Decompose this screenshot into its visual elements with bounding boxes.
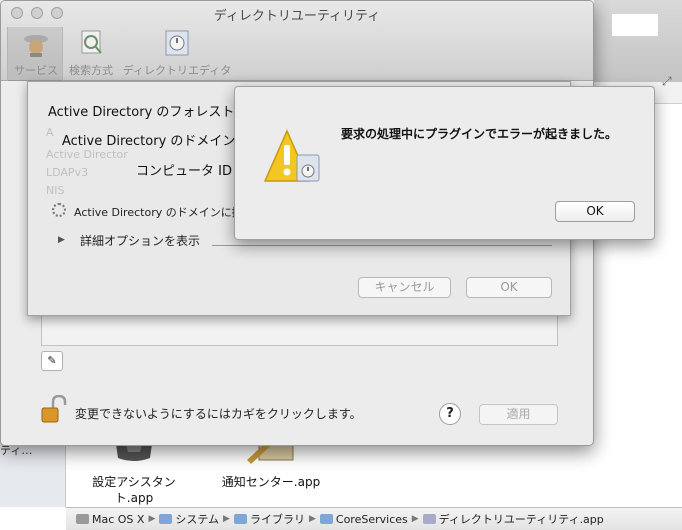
toolbar-search-policy[interactable]: 検索方式 (65, 29, 117, 78)
help-button[interactable]: ? (439, 403, 461, 425)
toolbar-label: ディレクトリエディタ (122, 64, 232, 77)
lock-icon[interactable] (41, 395, 67, 423)
toolbar-directory-editor[interactable]: ディレクトリエディタ (119, 29, 235, 78)
window-titlebar: ディレクトリユーティリティ サービス 検索方式 ディレクトリエディタ (1, 1, 593, 81)
directory-editor-icon (165, 30, 189, 56)
forest-label: Active Directory のフォレスト (48, 105, 235, 120)
warning-icon (263, 129, 320, 182)
app-item-label: 通知センター.app (221, 475, 321, 489)
disclosure-triangle-icon[interactable]: ▶ (58, 235, 65, 245)
faded-text: NIS (46, 184, 65, 197)
toolbar-label: 検索方式 (69, 64, 113, 77)
folder-icon (233, 514, 247, 524)
apply-button[interactable]: 適用 (479, 404, 558, 425)
path-separator-icon: ▶ (148, 514, 156, 524)
computer-id-label: コンピュータ ID (136, 164, 232, 179)
faded-text: Active Director (46, 148, 128, 161)
divider (212, 245, 552, 246)
finder-search-field[interactable] (612, 14, 658, 36)
folder-icon (159, 514, 173, 524)
app-item-label: 設定アシスタント.app (92, 475, 176, 505)
alert-ok-button[interactable]: OK (555, 201, 635, 222)
fullscreen-icon[interactable]: ⤢ (662, 74, 672, 89)
progress-spinner-icon (52, 203, 66, 217)
lock-message: 変更できないようにするにはカギをクリックします。 (75, 407, 362, 421)
path-separator-icon: ▶ (411, 514, 419, 524)
toolbar-services[interactable]: サービス (11, 29, 61, 78)
search-policy-icon (81, 30, 102, 54)
path-item-library[interactable]: ライブラリ (233, 511, 305, 527)
domain-label: Active Directory のドメイン (62, 134, 236, 149)
faded-text: LDAPv3 (46, 166, 89, 179)
toolbar-label: サービス (14, 64, 58, 77)
faded-text: A (46, 126, 54, 139)
window-title: ディレクトリユーティリティ (213, 9, 381, 24)
edit-button[interactable]: ✎ (41, 351, 63, 371)
path-item-disk[interactable]: Mac OS X (76, 513, 144, 526)
app-icon (422, 514, 436, 524)
services-icon (24, 35, 48, 57)
finder-toolbar (594, 0, 682, 82)
sheet-ok-button[interactable]: OK (466, 277, 552, 298)
advanced-options-toggle[interactable]: 詳細オプションを表示 (80, 232, 200, 249)
cancel-button[interactable]: キャンセル (358, 277, 451, 298)
folder-icon (319, 513, 333, 524)
path-item-app[interactable]: ディレクトリユーティリティ.app (422, 511, 604, 527)
error-alert-dialog: 要求の処理中にプラグインでエラーが起きました。 OK (234, 86, 655, 240)
connecting-status: Active Directory のドメインに接 (74, 206, 243, 219)
alert-message: 要求の処理中にプラグインでエラーが起きました。 (341, 127, 618, 141)
path-separator-icon: ▶ (308, 514, 316, 524)
path-item-system[interactable]: システム (159, 511, 219, 527)
finder-path-bar: Mac OS X ▶ システム ▶ ライブラリ ▶ CoreServices ▶… (66, 507, 682, 530)
disk-icon (76, 513, 89, 524)
path-separator-icon: ▶ (223, 514, 230, 524)
path-item-coreservices[interactable]: CoreServices (319, 513, 408, 526)
